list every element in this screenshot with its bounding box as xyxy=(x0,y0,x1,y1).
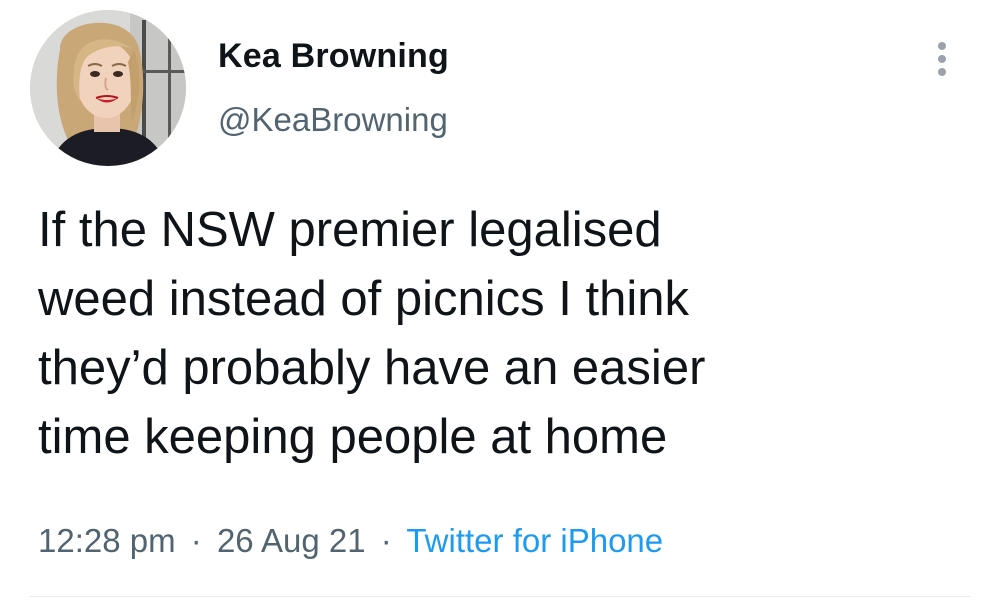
tweet-text-line: weed instead of picnics I think xyxy=(38,272,689,326)
tweet-date[interactable]: 26 Aug 21 xyxy=(217,522,366,559)
tweet-text: If the NSW premier legalised weed instea… xyxy=(38,196,938,472)
tweet-text-line: If the NSW premier legalised xyxy=(38,203,662,257)
more-options-button[interactable] xyxy=(926,36,958,80)
more-vertical-icon xyxy=(938,68,946,76)
tweet-card: Kea Browning @KeaBrowning If the NSW pre… xyxy=(0,0,1000,601)
tweet-text-line: time keeping people at home xyxy=(38,410,668,464)
author-display-name[interactable]: Kea Browning xyxy=(218,34,449,78)
profile-photo-icon xyxy=(30,10,186,166)
tweet-text-line: they’d probably have an easier xyxy=(38,341,706,395)
divider xyxy=(30,596,970,597)
tweet-time[interactable]: 12:28 pm xyxy=(38,522,176,559)
avatar[interactable] xyxy=(30,10,186,166)
more-vertical-icon xyxy=(938,42,946,50)
author-handle[interactable]: @KeaBrowning xyxy=(218,98,448,142)
tweet-source-link[interactable]: Twitter for iPhone xyxy=(406,522,663,559)
more-vertical-icon xyxy=(938,55,946,63)
tweet-metadata: 12:28 pm · 26 Aug 21 · Twitter for iPhon… xyxy=(38,519,663,563)
metadata-separator: · xyxy=(190,522,202,559)
metadata-separator: · xyxy=(380,522,392,559)
